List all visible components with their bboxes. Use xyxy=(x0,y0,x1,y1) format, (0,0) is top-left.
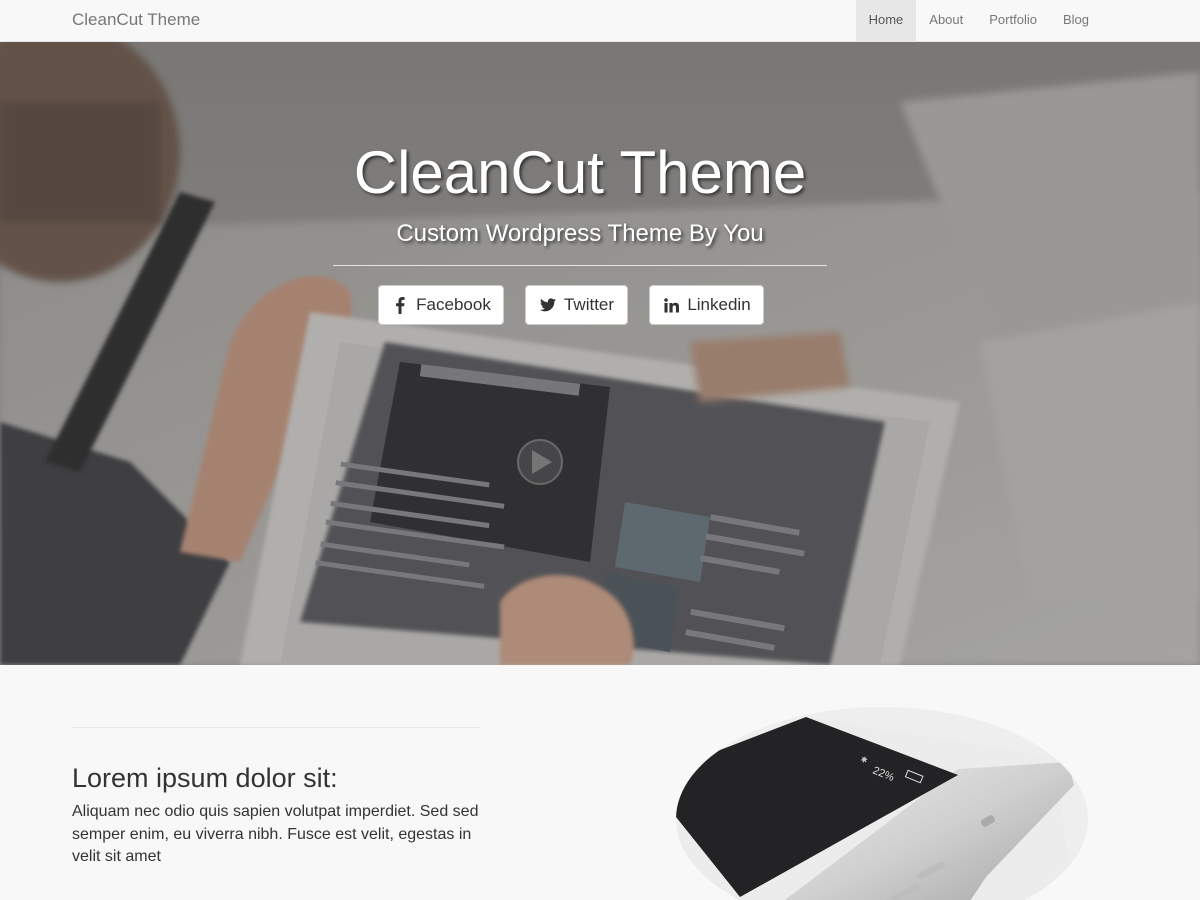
intro-section: Lorem ipsum dolor sit: Aliquam nec odio … xyxy=(0,665,1200,900)
nav-link-home[interactable]: Home xyxy=(855,0,917,42)
nav-link-portfolio[interactable]: Portfolio xyxy=(976,0,1050,42)
facebook-icon xyxy=(391,296,409,314)
nav-item-blog: Blog xyxy=(1050,0,1102,42)
facebook-label: Facebook xyxy=(416,295,491,314)
facebook-button[interactable]: Facebook xyxy=(378,285,504,325)
twitter-label: Twitter xyxy=(563,295,615,314)
hero-divider xyxy=(333,265,827,266)
section-body: Aliquam nec odio quis sapien volutpat im… xyxy=(72,803,479,865)
section-heading: Lorem ipsum dolor sit: xyxy=(72,763,338,793)
hero-subtitle: Custom Wordpress Theme By You xyxy=(396,220,764,247)
linkedin-label: Linkedin xyxy=(687,295,751,314)
hero-overlay xyxy=(0,42,1200,665)
nav-item-about: About xyxy=(916,0,976,42)
nav-link-blog[interactable]: Blog xyxy=(1050,0,1102,42)
brand-link[interactable]: CleanCut Theme xyxy=(72,0,200,42)
linkedin-icon xyxy=(662,296,680,314)
hero-title: CleanCut Theme xyxy=(353,139,807,206)
twitter-button[interactable]: Twitter xyxy=(525,285,628,325)
section-divider xyxy=(72,727,480,728)
nav-link-about[interactable]: About xyxy=(916,0,976,42)
navbar: CleanCut Theme Home About Portfolio Blog xyxy=(0,0,1200,42)
twitter-icon xyxy=(539,296,557,314)
tablet-device-image: 22% ✱ xyxy=(676,707,1088,900)
main-nav: Home About Portfolio Blog xyxy=(855,0,1102,42)
nav-item-home: Home xyxy=(855,0,917,42)
hero-section: CleanCut Theme Custom Wordpress Theme By… xyxy=(0,42,1200,665)
nav-item-portfolio: Portfolio xyxy=(976,0,1050,42)
linkedin-button[interactable]: Linkedin xyxy=(649,285,764,325)
